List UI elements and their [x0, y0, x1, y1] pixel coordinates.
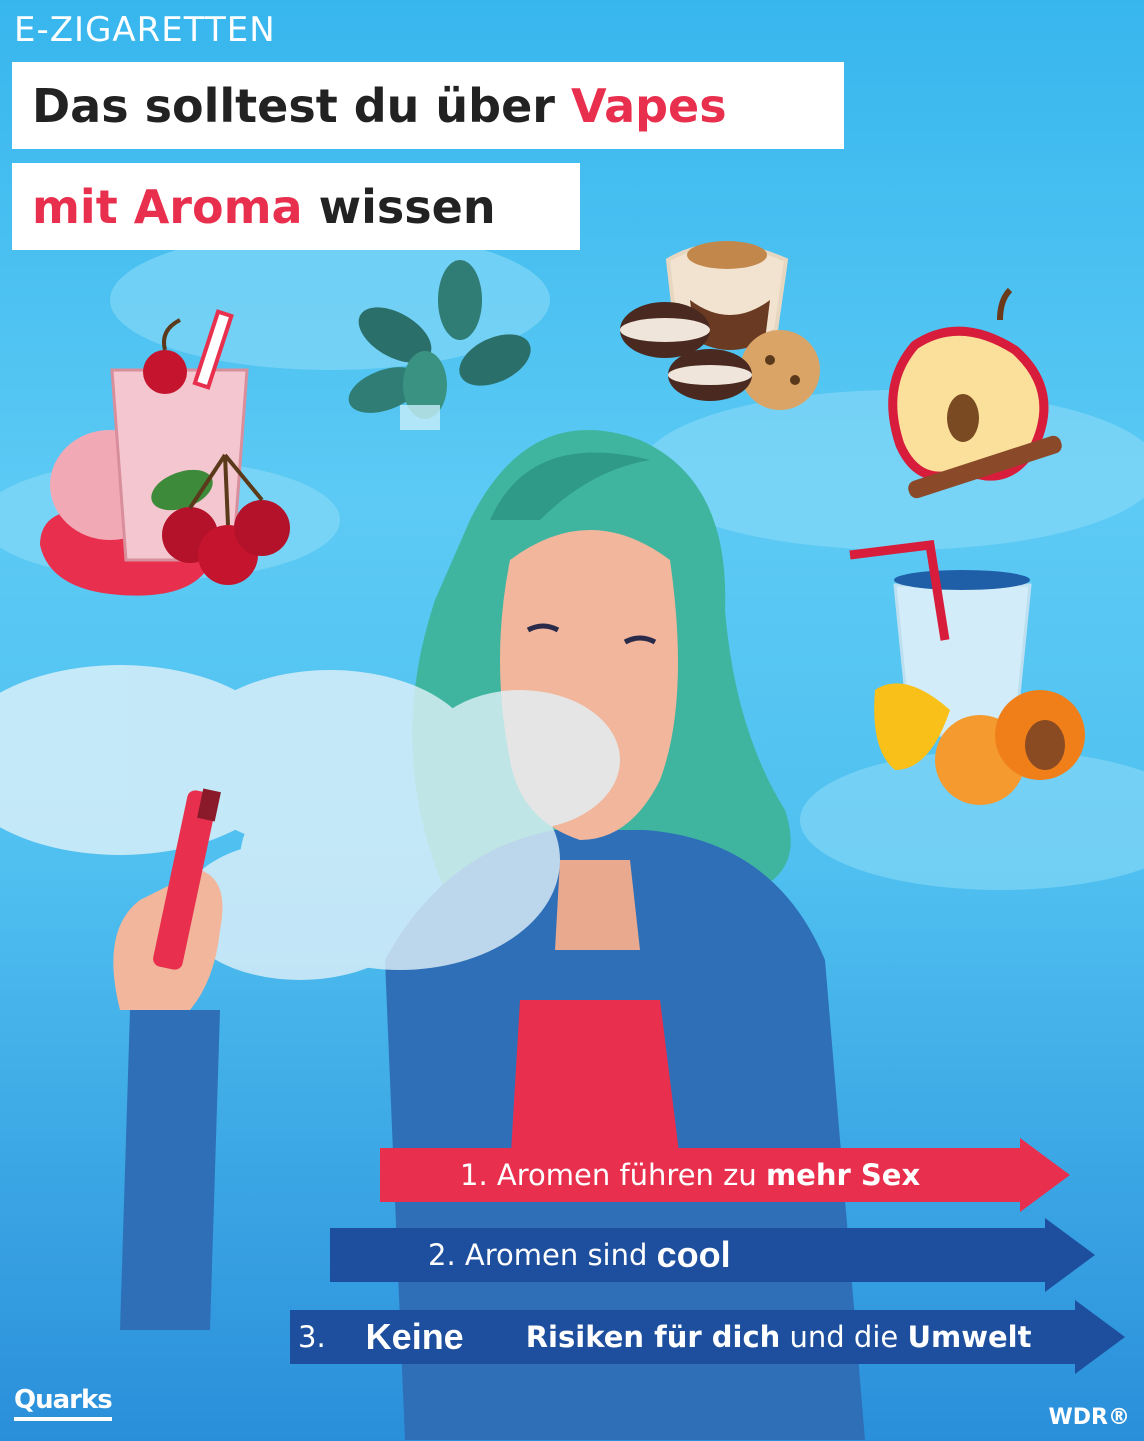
- point-number: 3.: [298, 1320, 326, 1354]
- kicker-label: E-ZIGARETTEN: [14, 10, 276, 50]
- point-emphasis: Risiken für dich: [525, 1320, 781, 1354]
- infographic-poster: E-ZIGARETTEN Das solltest du über Vapes …: [0, 0, 1144, 1441]
- point-text: 1. Aromen führen zu: [460, 1158, 766, 1192]
- point-emphasis: mehr Sex: [765, 1158, 921, 1192]
- point-emphasis: Umwelt: [907, 1320, 1032, 1354]
- point-text: und die: [780, 1320, 908, 1354]
- point-2: 2. Aromen sind cool: [428, 1228, 731, 1282]
- headline-text: Das solltest du über: [32, 78, 571, 133]
- wdr-logo: WDR®: [1048, 1405, 1130, 1430]
- point-emphasis: Keine: [365, 1316, 464, 1357]
- quarks-logo: Quarks: [14, 1385, 113, 1421]
- headline-highlight: Vapes: [570, 78, 727, 133]
- headline-line-1: Das solltest du über Vapes: [12, 62, 844, 149]
- cookies-dessert-icon: [620, 241, 820, 410]
- point-text: 2. Aromen sind: [428, 1238, 657, 1272]
- headline-highlight: mit Aroma: [32, 179, 303, 234]
- headline-text: wissen: [302, 179, 496, 234]
- point-3: 3. Keine Risiken für dich und die Umwelt: [298, 1310, 1031, 1364]
- point-emphasis: cool: [656, 1234, 731, 1275]
- headline-line-2: mit Aroma wissen: [12, 163, 580, 250]
- point-1: 1. Aromen führen zu mehr Sex: [460, 1148, 920, 1202]
